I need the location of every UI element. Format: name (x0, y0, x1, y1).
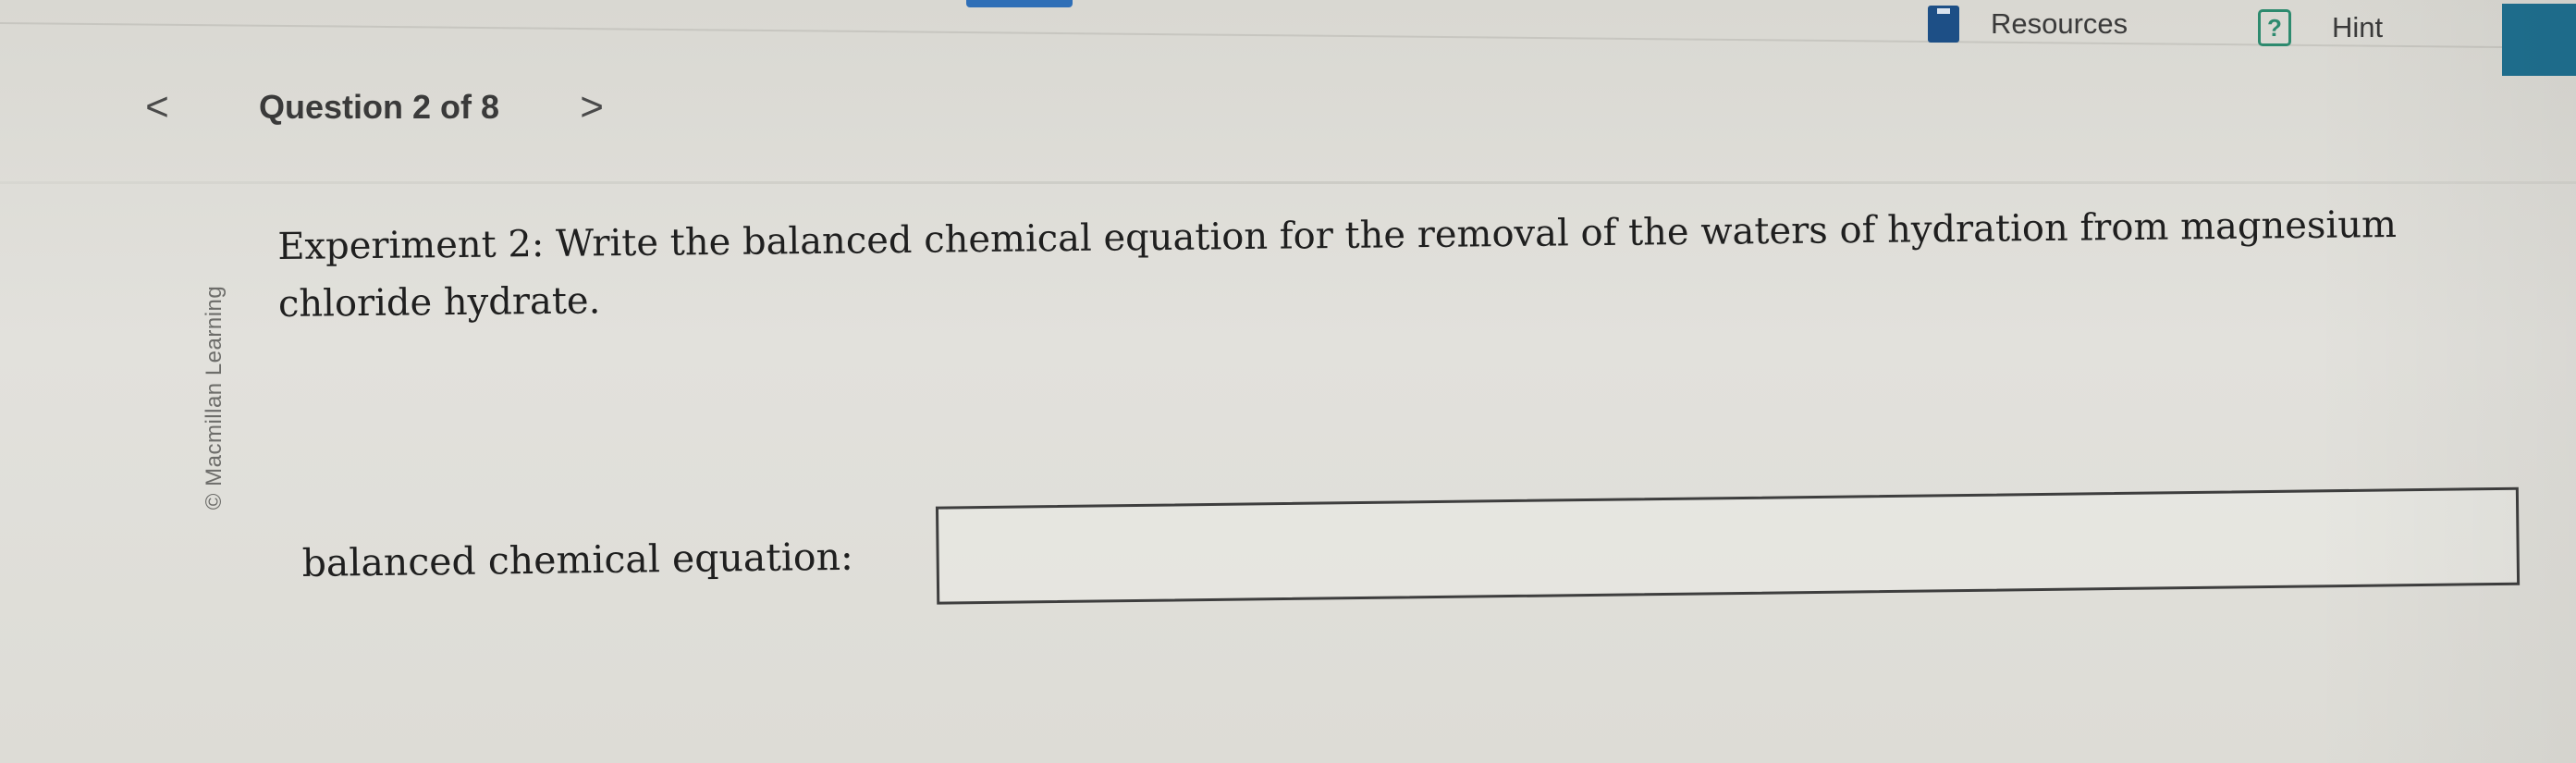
answer-label: balanced chemical equation: (301, 534, 854, 585)
book-icon (1928, 6, 1959, 43)
top-bar: Resources ? Hint (0, 0, 2576, 76)
hint-button[interactable]: ? Hint (2258, 9, 2383, 46)
answer-row: balanced chemical equation: (301, 486, 2521, 612)
hint-label: Hint (2332, 11, 2384, 43)
question-divider (0, 181, 2576, 184)
next-question-button[interactable]: > (573, 84, 610, 130)
header-divider (0, 22, 2576, 49)
copyright-notice: © Macmillan Learning (202, 285, 227, 511)
question-counter: Question 2 of 8 (259, 88, 500, 126)
question-mark-icon: ? (2258, 9, 2291, 46)
previous-question-button[interactable]: < (139, 84, 176, 130)
menu-button[interactable] (2502, 4, 2576, 76)
equation-input[interactable] (936, 486, 2521, 605)
active-tab-indicator (966, 0, 1073, 7)
screen-shading (2312, 0, 2576, 763)
question-navigation: < Question 2 of 8 > (139, 80, 610, 135)
resources-label: Resources (1991, 7, 2128, 40)
question-prompt: Experiment 2: Write the balanced chemica… (277, 203, 2398, 326)
resources-button[interactable]: Resources (1928, 0, 2128, 48)
question-page: Resources ? Hint < Question 2 of 8 > © M… (0, 0, 2576, 763)
